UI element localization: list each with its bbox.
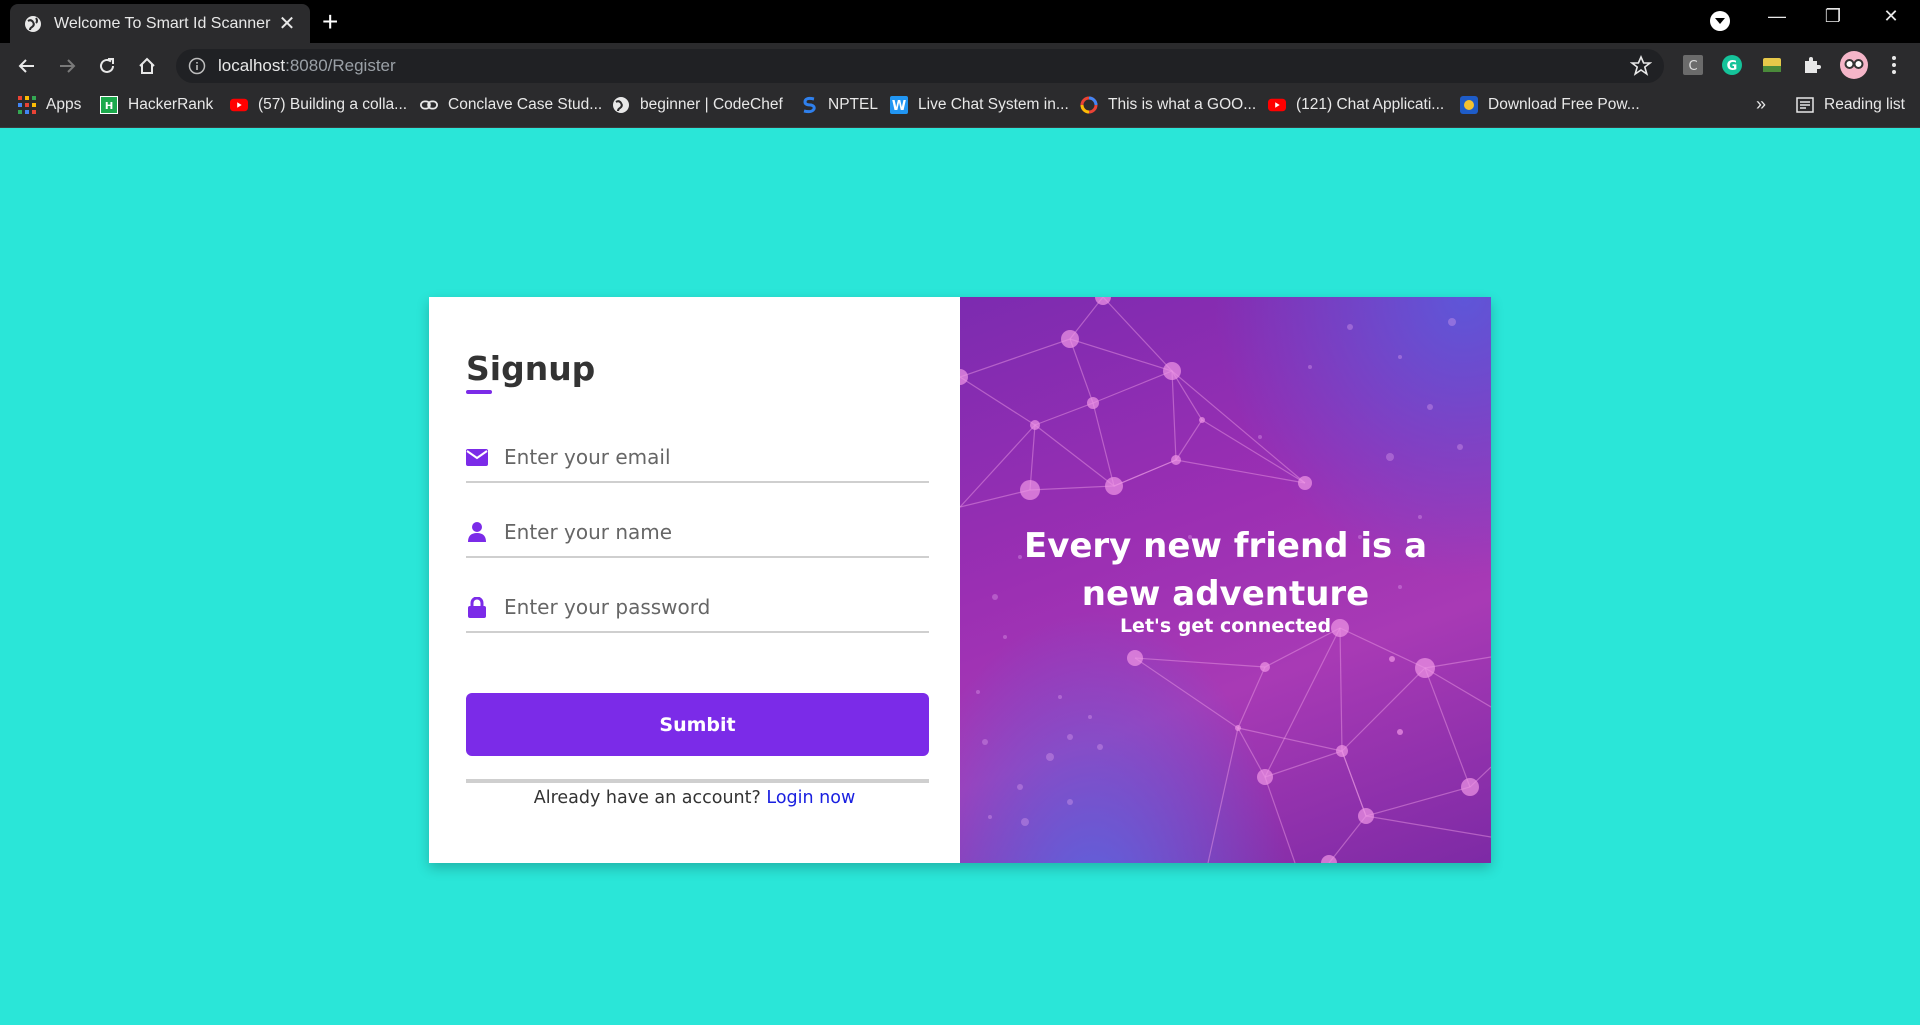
browser-tab[interactable]: Welcome To Smart Id Scanner ✕ (10, 4, 310, 43)
svg-text:C: C (1688, 59, 1697, 74)
password-field (466, 583, 929, 633)
extension-c-icon[interactable]: C (1681, 53, 1705, 77)
bookmark-label: (57) Building a colla... (258, 96, 408, 113)
hero-subtitle: Let's get connected (1119, 615, 1332, 637)
minimize-button[interactable]: — (1762, 6, 1792, 27)
url-path: :8080/Register (285, 56, 396, 75)
hero-heading-line2: new adventure (1081, 574, 1370, 614)
bookmark-conclave[interactable]: Conclave Case Stud... (420, 96, 602, 114)
bookmark-label: Live Chat System in... (918, 96, 1069, 113)
profile-avatar-icon[interactable] (1840, 51, 1868, 79)
envelope-icon (466, 446, 488, 468)
reload-icon[interactable] (93, 52, 121, 80)
bookmark-chat-application[interactable]: (121) Chat Applicati... (1268, 96, 1444, 114)
globe-icon (612, 96, 630, 114)
name-field (466, 508, 929, 558)
login-prompt: Already have an account? Login now (429, 788, 960, 808)
new-tab-button[interactable]: + (322, 8, 338, 36)
bookmark-building-collab[interactable]: (57) Building a colla... (230, 96, 407, 114)
url-text: localhost:8080/Register (218, 56, 396, 76)
hero-heading: Every new friend is a new adventure (960, 522, 1491, 618)
login-prompt-text: Already have an account? (533, 788, 761, 808)
svg-text:W: W (892, 99, 906, 114)
nptel-icon (800, 96, 818, 114)
bookmark-label: Download Free Pow... (1488, 96, 1640, 113)
email-input[interactable] (504, 445, 929, 469)
reading-list-button[interactable]: Reading list (1796, 96, 1905, 114)
browser-titlebar: Welcome To Smart Id Scanner ✕ + — ❐ ✕ (0, 0, 1920, 43)
bookmark-apps[interactable]: Apps (18, 96, 81, 114)
tab-title: Welcome To Smart Id Scanner (54, 14, 271, 32)
bookmark-star-icon[interactable] (1630, 55, 1652, 77)
browser-menu-icon[interactable] (1882, 53, 1906, 77)
tab-close-icon[interactable]: ✕ (276, 14, 298, 34)
bookmark-google-article[interactable]: This is what a GOO... (1080, 96, 1256, 114)
address-bar[interactable]: localhost:8080/Register (176, 49, 1664, 83)
apps-grid-icon (18, 96, 36, 114)
signup-card: Signup Sumbit Already have an account? (429, 297, 1491, 863)
reading-list-label: Reading list (1824, 96, 1905, 113)
bookmark-label: NPTEL (828, 96, 878, 113)
hackerrank-icon: H (100, 96, 118, 114)
bookmark-label: Apps (46, 96, 82, 113)
youtube-icon (230, 96, 248, 114)
bookmark-codechef[interactable]: beginner | CodeChef (612, 96, 783, 114)
globe-icon (25, 15, 41, 32)
submit-button[interactable]: Sumbit (466, 693, 929, 756)
svg-text:H: H (105, 101, 113, 112)
name-input[interactable] (504, 520, 929, 544)
bookmark-download[interactable]: Download Free Pow... (1460, 96, 1640, 114)
bookmark-live-chat[interactable]: W Live Chat System in... (890, 96, 1069, 114)
extensions-puzzle-icon[interactable] (1800, 53, 1824, 77)
tab-search-icon[interactable] (1710, 11, 1730, 31)
grammarly-icon[interactable]: G (1720, 53, 1744, 77)
home-icon[interactable] (133, 52, 161, 80)
signup-form: Signup Sumbit Already have an account? (429, 297, 960, 863)
bookmarks-bar: Apps H HackerRank (57) Building a colla.… (0, 88, 1920, 128)
bookmark-nptel[interactable]: NPTEL (800, 96, 878, 114)
restore-button[interactable]: ❐ (1818, 6, 1848, 27)
youtube-icon (1268, 96, 1286, 114)
w-icon: W (890, 96, 908, 114)
reading-list-icon (1796, 96, 1814, 114)
close-window-button[interactable]: ✕ (1876, 6, 1906, 27)
site-info-icon[interactable] (188, 57, 206, 75)
bookmark-label: (121) Chat Applicati... (1296, 96, 1445, 113)
bookmarks-overflow-icon[interactable]: » (1756, 94, 1766, 115)
login-link[interactable]: Login now (766, 788, 855, 808)
url-host: localhost (218, 56, 286, 75)
bookmark-label: HackerRank (128, 96, 214, 113)
forward-icon[interactable] (53, 52, 81, 80)
extension-image-icon[interactable] (1760, 53, 1784, 77)
title-underline (466, 390, 492, 394)
bookmark-label: Conclave Case Stud... (448, 96, 603, 113)
bookmark-hackerrank[interactable]: H HackerRank (100, 96, 213, 114)
browser-toolbar: localhost:8080/Register C G (0, 43, 1920, 88)
bookmark-label: beginner | CodeChef (640, 96, 783, 113)
hero-heading-line1: Every new friend is a (1023, 526, 1428, 566)
hero-panel: Every new friend is a new adventure Let'… (960, 297, 1491, 863)
back-icon[interactable] (13, 52, 41, 80)
password-input[interactable] (504, 595, 929, 619)
google-icon (1080, 96, 1098, 114)
download-site-icon (1460, 96, 1478, 114)
email-field (466, 433, 929, 483)
link-icon (420, 96, 438, 114)
bookmark-label: This is what a GOO... (1108, 96, 1257, 113)
lock-icon (466, 596, 488, 618)
user-icon (466, 521, 488, 543)
svg-text:G: G (1727, 59, 1738, 74)
form-title: Signup (466, 349, 596, 388)
